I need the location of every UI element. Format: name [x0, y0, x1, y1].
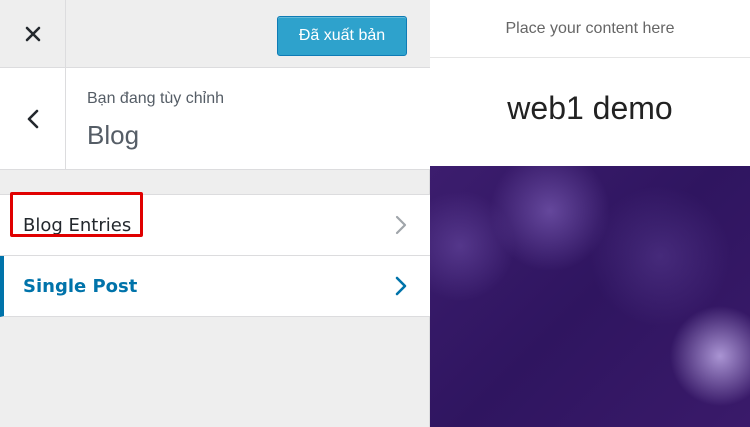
customizer-header: Đã xuất bản	[0, 0, 430, 68]
preview-top-text: Place your content here	[430, 0, 750, 58]
site-title[interactable]: web1 demo	[430, 90, 750, 127]
publish-button[interactable]: Đã xuất bản	[277, 16, 407, 56]
chevron-right-icon	[395, 215, 407, 235]
menu-item-label: Blog Entries	[23, 214, 132, 236]
customizer-sidebar: Đã xuất bản Bạn đang tùy chỉnh Blog Blog…	[0, 0, 430, 427]
customizing-label: Bạn đang tùy chỉnh	[87, 90, 224, 107]
hero-image	[430, 166, 750, 427]
site-preview: Place your content here web1 demo	[430, 0, 750, 427]
chevron-left-icon	[27, 109, 38, 128]
menu-item-label: Single Post	[23, 275, 138, 297]
menu-item-blog-entries[interactable]: Blog Entries	[0, 192, 430, 256]
section-menu: Blog Entries Single Post	[0, 192, 430, 317]
back-button[interactable]	[0, 68, 66, 169]
section-header: Bạn đang tùy chỉnh Blog	[0, 68, 430, 170]
close-button[interactable]	[0, 0, 66, 67]
section-title: Blog	[87, 120, 140, 150]
close-icon	[25, 26, 40, 41]
chevron-right-icon	[395, 276, 407, 296]
menu-item-single-post[interactable]: Single Post	[0, 256, 430, 317]
